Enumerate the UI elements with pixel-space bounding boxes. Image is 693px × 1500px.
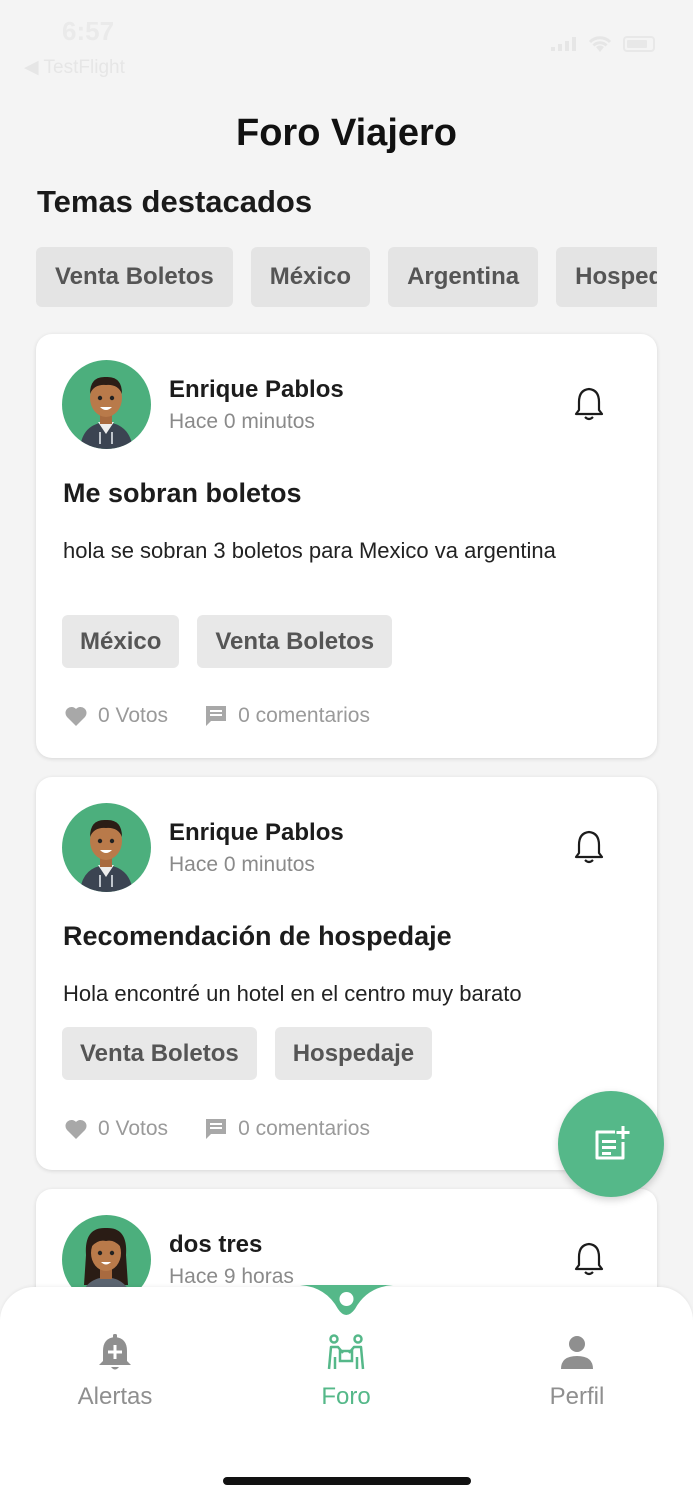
post-meta: 0 Votos 0 comentarios <box>64 704 370 728</box>
person-icon <box>561 1336 593 1369</box>
post-time: Hace 0 minutos <box>169 853 315 876</box>
comments-count: 0 comentarios <box>238 1117 370 1140</box>
post-meta: 0 Votos 0 comentarios <box>64 1117 370 1141</box>
post-time: Hace 0 minutos <box>169 410 315 433</box>
avatar[interactable] <box>62 360 151 449</box>
status-icons <box>551 34 655 54</box>
tag-chip[interactable]: Venta Boletos <box>62 1027 257 1080</box>
post-tags: México Venta Boletos <box>62 615 393 668</box>
topic-chip-argentina[interactable]: Argentina <box>388 247 539 307</box>
tab-alertas[interactable]: Alertas <box>45 1333 185 1411</box>
bottom-tab-bar: Alertas Foro Perfil <box>0 1285 693 1500</box>
page-title: Foro Viajero <box>235 112 458 154</box>
post-author: dos tres <box>169 1231 263 1258</box>
tag-chip[interactable]: México <box>62 615 180 668</box>
tab-label: Perfil <box>549 1383 605 1410</box>
tab-perfil[interactable]: Perfil <box>507 1333 647 1411</box>
featured-topics-title: Temas destacados <box>37 184 313 219</box>
heart-icon[interactable] <box>64 705 88 727</box>
topic-chip-mexico[interactable]: México <box>250 247 371 307</box>
votes-count: 0 Votos <box>98 1117 169 1140</box>
male-avatar-icon <box>80 819 133 892</box>
post-author: Enrique Pablos <box>169 376 344 403</box>
signal-icon <box>551 37 576 51</box>
tag-chip[interactable]: Venta Boletos <box>197 615 393 668</box>
post-title[interactable]: Recomendación de hospedaje <box>63 921 452 952</box>
status-bar: 6:57 ◀ TestFlight <box>0 0 693 80</box>
post-author: Enrique Pablos <box>169 819 344 846</box>
post-body: Hola encontré un hotel en el centro muy … <box>63 981 522 1006</box>
new-post-button[interactable] <box>558 1091 664 1197</box>
topic-chip-venta-boletos[interactable]: Venta Boletos <box>36 247 233 307</box>
tab-label: Foro <box>321 1383 371 1410</box>
tab-label: Alertas <box>77 1383 153 1410</box>
bell-icon[interactable] <box>573 1241 605 1277</box>
new-post-icon <box>595 1126 630 1160</box>
home-indicator <box>223 1477 471 1485</box>
post-tags: Venta Boletos Hospedaje <box>62 1027 433 1080</box>
active-tab-indicator <box>300 1285 393 1315</box>
back-to-testflight-link[interactable]: ◀ TestFlight <box>24 56 125 79</box>
status-time: 6:57 <box>62 16 115 46</box>
bell-icon[interactable] <box>573 386 605 422</box>
votes-count: 0 Votos <box>98 704 169 727</box>
topic-chip-hospedaje[interactable]: Hospedaje <box>556 247 657 307</box>
bell-plus-icon <box>99 1334 131 1370</box>
post-card[interactable]: Enrique Pablos Hace 0 minutos Me sobran … <box>36 334 657 758</box>
heart-icon[interactable] <box>64 1118 88 1140</box>
male-avatar-icon <box>80 376 133 449</box>
post-card[interactable]: Enrique Pablos Hace 0 minutos Recomendac… <box>36 777 657 1170</box>
featured-topics-scroller[interactable]: Venta Boletos México Argentina Hospedaje <box>36 247 657 307</box>
post-time: Hace 9 horas <box>169 1265 294 1288</box>
people-icon <box>327 1334 365 1370</box>
comments-count: 0 comentarios <box>238 704 370 727</box>
comment-icon[interactable] <box>204 704 228 728</box>
avatar[interactable] <box>62 803 151 892</box>
comment-icon[interactable] <box>204 1117 228 1141</box>
post-body: hola se sobran 3 boletos para Mexico va … <box>63 538 556 563</box>
battery-icon <box>623 36 655 52</box>
wifi-icon <box>588 36 612 52</box>
post-title[interactable]: Me sobran boletos <box>63 478 302 509</box>
tab-foro[interactable]: Foro <box>276 1333 416 1411</box>
bell-icon[interactable] <box>573 829 605 865</box>
tag-chip[interactable]: Hospedaje <box>274 1027 433 1080</box>
